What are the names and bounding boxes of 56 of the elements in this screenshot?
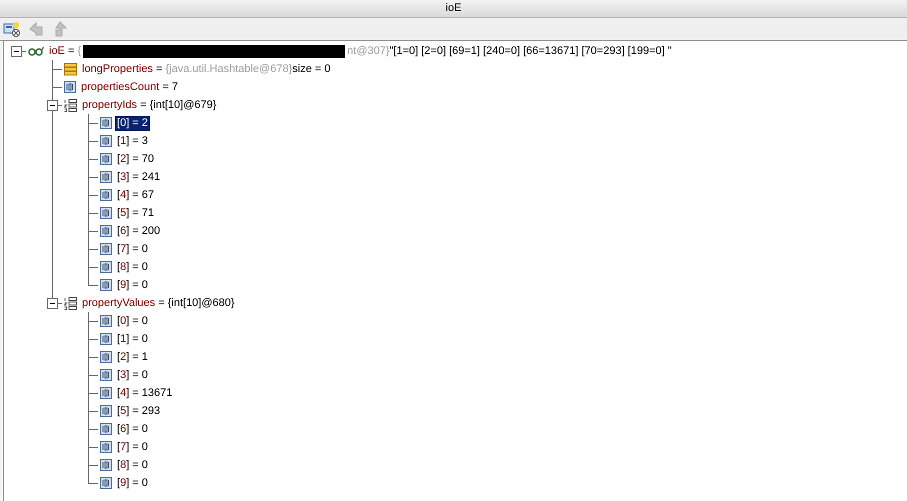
collapse-toggle[interactable] — [11, 46, 22, 57]
variable-label[interactable]: [2] = 70 — [115, 152, 156, 166]
variable-label[interactable]: [6] = 0 — [115, 422, 150, 436]
field-icon — [100, 333, 112, 345]
variable-label[interactable]: [9] = 0 — [115, 476, 150, 490]
variable-label[interactable]: [1] = 0 — [115, 332, 150, 346]
variable-label: ioE = { — [48, 44, 82, 58]
field-icon — [100, 441, 112, 453]
field-icon — [100, 459, 112, 471]
list-icon — [64, 296, 77, 310]
field-icon — [100, 117, 112, 129]
field-icon — [100, 171, 112, 183]
variable-label[interactable]: propertyValues = {int[10]@680} — [80, 296, 237, 310]
variable-label[interactable]: [5] = 293 — [115, 404, 162, 418]
field-icon — [100, 261, 112, 273]
field-icon — [100, 279, 112, 291]
field-icon — [100, 351, 112, 363]
field-icon — [100, 387, 112, 399]
variable-value: nt@307}"[1=0] [2=0] [69=1] [240=0] [66=13671] [70=293] [199=0] " — [346, 44, 673, 58]
variable-label[interactable]: [1] = 3 — [115, 134, 150, 148]
field-icon — [100, 207, 112, 219]
variable-label[interactable]: [4] = 67 — [115, 188, 156, 202]
field-icon — [100, 243, 112, 255]
variable-label[interactable]: [3] = 0 — [115, 368, 150, 382]
field-icon — [100, 189, 112, 201]
variable-label[interactable]: [3] = 241 — [115, 170, 162, 184]
variable-label[interactable]: [7] = 0 — [115, 440, 150, 454]
field-icon — [100, 405, 112, 417]
collapse-toggle[interactable] — [47, 298, 58, 309]
variable-label[interactable]: [4] = 13671 — [115, 386, 174, 400]
variable-label[interactable]: [2] = 1 — [115, 350, 150, 364]
window-title: ioE — [0, 0, 907, 18]
field-icon — [100, 225, 112, 237]
field-icon — [100, 477, 112, 489]
variable-label[interactable]: [7] = 0 — [115, 242, 150, 256]
field-icon — [64, 81, 76, 93]
list-icon — [64, 98, 77, 112]
field-icon — [100, 135, 112, 147]
variable-label[interactable]: propertiesCount = 7 — [79, 80, 180, 94]
field-icon — [100, 315, 112, 327]
tree-view-button[interactable] — [2, 19, 22, 39]
glasses-icon — [28, 46, 44, 56]
variable-label[interactable]: [0] = 2 — [115, 116, 150, 130]
collapse-toggle[interactable] — [47, 100, 58, 111]
variable-label[interactable]: [8] = 0 — [115, 458, 150, 472]
variable-label[interactable]: [5] = 71 — [115, 206, 156, 220]
variable-label[interactable]: [0] = 0 — [115, 314, 150, 328]
stack-icon — [64, 62, 77, 76]
variable-label[interactable]: [8] = 0 — [115, 260, 150, 274]
variable-label[interactable]: [9] = 0 — [115, 278, 150, 292]
field-icon — [100, 423, 112, 435]
field-icon — [100, 153, 112, 165]
variable-label[interactable]: [6] = 200 — [115, 224, 162, 238]
variable-label[interactable]: longProperties = {java.util.Hashtable@678}size = 0 — [80, 62, 332, 76]
field-icon — [100, 369, 112, 381]
variable-label[interactable]: propertyIds = {int[10]@679} — [80, 98, 218, 112]
